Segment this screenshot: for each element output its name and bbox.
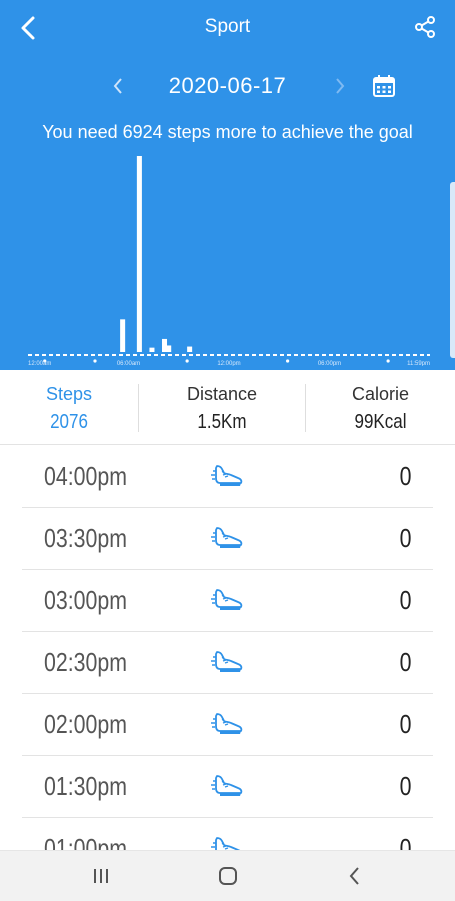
record-time: 01:30pm (44, 771, 127, 801)
chart-marker (286, 359, 290, 363)
chart-marker (185, 359, 189, 363)
goal-message: You need 6924 steps more to achieve the … (42, 122, 413, 142)
record-steps: 0 (399, 833, 411, 850)
activity-panel: 2020-06-17 You need 6924 steps more to a… (0, 56, 455, 370)
system-nav-bar (0, 850, 455, 901)
list-item[interactable]: 03:00pm 0 (22, 569, 433, 632)
record-time: 02:30pm (44, 647, 127, 677)
shoe-icon (211, 648, 245, 676)
chart-bar (120, 319, 126, 352)
record-steps: 0 (399, 647, 411, 677)
tab-calorie-value: 99Kcal (354, 411, 407, 433)
system-back-icon[interactable] (340, 864, 370, 888)
chart-marker (386, 359, 390, 363)
x-tick-label: 12:00am (28, 361, 51, 366)
record-time: 04:00pm (44, 461, 127, 491)
tab-distance-value: 1.5Km (197, 411, 247, 433)
list-item[interactable]: 03:30pm 0 (22, 507, 433, 570)
chart-bar (166, 345, 172, 352)
date-navigator: 2020-06-17 (0, 70, 455, 102)
tab-calorie[interactable]: Calorie 99Kcal (306, 370, 455, 444)
steps-chart: 12:00am 06:00am 12:00pm 06:00pm 11:59pm (28, 156, 430, 366)
chart-marker (93, 359, 97, 363)
tab-steps[interactable]: Steps 2076 (0, 370, 138, 444)
share-icon[interactable] (411, 13, 439, 41)
app-bar: Sport (0, 0, 455, 56)
shoe-icon (211, 524, 245, 552)
list-item[interactable]: 02:30pm 0 (22, 631, 433, 694)
chart-bar (149, 347, 155, 352)
calendar-icon[interactable] (372, 73, 396, 99)
record-steps: 0 (399, 585, 411, 615)
list-item[interactable]: 02:00pm 0 (22, 693, 433, 756)
tab-steps-value: 2076 (50, 411, 88, 433)
shoe-icon (211, 772, 245, 800)
shoe-icon (211, 586, 245, 614)
chevron-right-icon[interactable] (329, 72, 351, 100)
record-steps: 0 (399, 709, 411, 739)
record-time: 02:00pm (44, 709, 127, 739)
scrollbar[interactable] (450, 182, 455, 358)
list-item[interactable]: 01:30pm 0 (22, 755, 433, 818)
list-item[interactable]: 04:00pm 0 (22, 445, 433, 508)
x-tick-label: 06:00pm (318, 361, 341, 366)
record-time: 03:00pm (44, 585, 127, 615)
shoe-icon (211, 462, 245, 490)
record-steps: 0 (399, 523, 411, 553)
tab-calorie-label: Calorie (351, 384, 410, 404)
shoe-icon (211, 710, 245, 738)
record-time: 01:00pm (44, 833, 127, 850)
record-steps: 0 (399, 771, 411, 801)
tab-distance[interactable]: Distance 1.5Km (139, 370, 305, 444)
recents-icon[interactable] (86, 864, 116, 888)
records-list[interactable]: 04:00pm 0 03:30pm 0 03:00pm 0 02:30pm 0 02:00pm 0… (0, 445, 455, 850)
chart-bar (136, 156, 142, 352)
chart-bar (187, 346, 193, 352)
shoe-icon (211, 834, 245, 850)
home-icon[interactable] (213, 864, 243, 888)
record-time: 03:30pm (44, 523, 127, 553)
summary-tabs: Steps 2076 Distance 1.5Km Calorie 99Kcal (0, 370, 455, 445)
tab-steps-label: Steps (45, 384, 93, 404)
list-item[interactable]: 01:00pm 0 (22, 817, 433, 850)
x-tick-label: 06:00am (117, 361, 140, 366)
tab-distance-label: Distance (186, 384, 258, 404)
x-tick-label: 12:00pm (217, 361, 240, 366)
record-steps: 0 (399, 461, 411, 491)
page-title: Sport (204, 16, 251, 37)
x-tick-label: 11:59pm (407, 361, 430, 366)
